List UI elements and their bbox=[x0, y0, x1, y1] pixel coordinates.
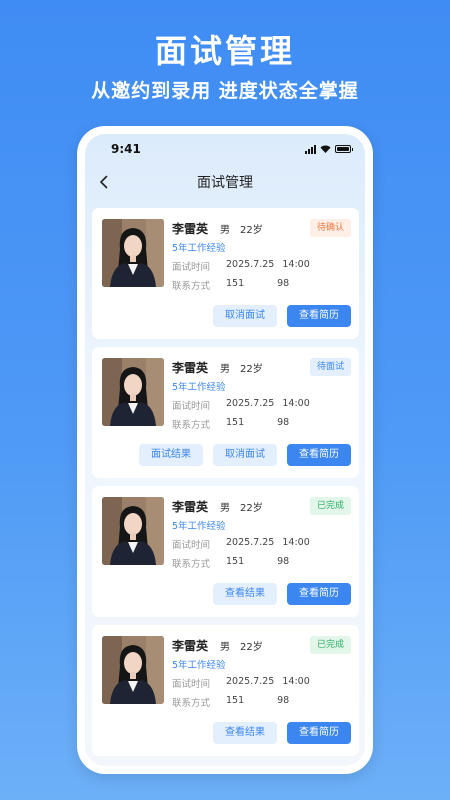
contact-row: 联系方式 151 98 bbox=[172, 417, 351, 431]
card-actions: 查看结果 查看简历 bbox=[213, 722, 351, 744]
status-badge: 待确认 bbox=[309, 219, 351, 237]
cancel-interview-button[interactable]: 取消面试 bbox=[213, 444, 277, 466]
view-resume-button[interactable]: 查看简历 bbox=[287, 305, 351, 327]
view-resume-button[interactable]: 查看简历 bbox=[287, 722, 351, 744]
nav-bar: 面试管理 bbox=[85, 164, 365, 200]
view-result-button[interactable]: 查看结果 bbox=[213, 583, 277, 605]
interview-time: 14:00 bbox=[282, 676, 310, 687]
app-screen: 9:41 面试管理 李雷英 男 22岁 5年工作经验 面试时间 2025.7.2… bbox=[85, 134, 365, 766]
candidate-name: 李雷英 bbox=[172, 500, 209, 514]
back-arrow-icon[interactable] bbox=[95, 173, 113, 191]
candidate-gender: 男 bbox=[220, 642, 231, 653]
status-badge: 已完成 bbox=[309, 636, 351, 654]
battery-icon bbox=[335, 145, 353, 153]
interview-time: 14:00 bbox=[282, 259, 310, 270]
phone-suffix: 98 bbox=[277, 695, 290, 706]
candidate-photo bbox=[102, 497, 164, 565]
phone-prefix: 151 bbox=[226, 417, 245, 428]
status-badge: 已完成 bbox=[309, 497, 351, 515]
contact-row: 联系方式 151 98 bbox=[172, 278, 351, 292]
contact-label: 联系方式 bbox=[172, 559, 211, 570]
interview-time: 14:00 bbox=[282, 398, 310, 409]
candidate-name: 李雷英 bbox=[172, 222, 209, 236]
status-icons bbox=[305, 144, 353, 154]
phone-prefix: 151 bbox=[226, 695, 245, 706]
candidate-age: 22岁 bbox=[240, 364, 263, 375]
candidate-experience: 5年工作经验 bbox=[172, 660, 226, 671]
card-actions: 面试结果 取消面试 查看简历 bbox=[139, 444, 351, 466]
candidate-photo bbox=[102, 358, 164, 426]
candidate-name: 李雷英 bbox=[172, 639, 209, 653]
phone-prefix: 151 bbox=[226, 278, 245, 289]
candidate-gender: 男 bbox=[220, 503, 231, 514]
phone-prefix: 151 bbox=[226, 556, 245, 567]
phone-frame: 9:41 面试管理 李雷英 男 22岁 5年工作经验 面试时间 2025.7.2… bbox=[77, 126, 373, 774]
wifi-icon bbox=[320, 145, 331, 153]
interview-date: 2025.7.25 bbox=[226, 398, 275, 409]
interview-date: 2025.7.25 bbox=[226, 259, 275, 270]
interview-time-label: 面试时间 bbox=[172, 540, 211, 551]
promo-title: 面试管理 bbox=[154, 32, 295, 70]
interview-time-label: 面试时间 bbox=[172, 401, 211, 412]
contact-label: 联系方式 bbox=[172, 420, 211, 431]
phone-suffix: 98 bbox=[277, 278, 290, 289]
interview-list: 李雷英 男 22岁 5年工作经验 面试时间 2025.7.25 14:00 联系… bbox=[85, 200, 365, 756]
phone-suffix: 98 bbox=[277, 417, 290, 428]
contact-label: 联系方式 bbox=[172, 698, 211, 709]
interview-card[interactable]: 李雷英 男 22岁 5年工作经验 面试时间 2025.7.25 14:00 联系… bbox=[92, 208, 359, 339]
interview-time-row: 面试时间 2025.7.25 14:00 bbox=[172, 537, 351, 551]
interview-time-label: 面试时间 bbox=[172, 679, 211, 690]
candidate-gender: 男 bbox=[220, 225, 231, 236]
view-resume-button[interactable]: 查看简历 bbox=[287, 583, 351, 605]
contact-row: 联系方式 151 98 bbox=[172, 556, 351, 570]
interview-date: 2025.7.25 bbox=[226, 676, 275, 687]
candidate-experience: 5年工作经验 bbox=[172, 243, 226, 254]
contact-row: 联系方式 151 98 bbox=[172, 695, 351, 709]
promo-subtitle: 从邀约到录用 进度状态全掌握 bbox=[91, 80, 359, 102]
signal-icon bbox=[305, 144, 316, 154]
interview-card[interactable]: 李雷英 男 22岁 5年工作经验 面试时间 2025.7.25 14:00 联系… bbox=[92, 625, 359, 756]
card-actions: 查看结果 查看简历 bbox=[213, 583, 351, 605]
phone-suffix: 98 bbox=[277, 556, 290, 567]
candidate-gender: 男 bbox=[220, 364, 231, 375]
candidate-age: 22岁 bbox=[240, 225, 263, 236]
contact-label: 联系方式 bbox=[172, 281, 211, 292]
interview-time-label: 面试时间 bbox=[172, 262, 211, 273]
interview-card[interactable]: 李雷英 男 22岁 5年工作经验 面试时间 2025.7.25 14:00 联系… bbox=[92, 347, 359, 478]
page-title: 面试管理 bbox=[197, 175, 253, 191]
candidate-experience: 5年工作经验 bbox=[172, 382, 226, 393]
status-badge: 待面试 bbox=[309, 358, 351, 376]
status-time: 9:41 bbox=[111, 142, 141, 156]
candidate-photo bbox=[102, 219, 164, 287]
interview-result-button[interactable]: 面试结果 bbox=[139, 444, 203, 466]
view-result-button[interactable]: 查看结果 bbox=[213, 722, 277, 744]
interview-card[interactable]: 李雷英 男 22岁 5年工作经验 面试时间 2025.7.25 14:00 联系… bbox=[92, 486, 359, 617]
candidate-name: 李雷英 bbox=[172, 361, 209, 375]
interview-time: 14:00 bbox=[282, 537, 310, 548]
interview-date: 2025.7.25 bbox=[226, 537, 275, 548]
candidate-photo bbox=[102, 636, 164, 704]
candidate-age: 22岁 bbox=[240, 503, 263, 514]
candidate-age: 22岁 bbox=[240, 642, 263, 653]
card-actions: 取消面试 查看简历 bbox=[213, 305, 351, 327]
interview-time-row: 面试时间 2025.7.25 14:00 bbox=[172, 398, 351, 412]
view-resume-button[interactable]: 查看简历 bbox=[287, 444, 351, 466]
interview-time-row: 面试时间 2025.7.25 14:00 bbox=[172, 259, 351, 273]
cancel-interview-button[interactable]: 取消面试 bbox=[213, 305, 277, 327]
status-bar: 9:41 bbox=[85, 134, 365, 164]
candidate-experience: 5年工作经验 bbox=[172, 521, 226, 532]
interview-time-row: 面试时间 2025.7.25 14:00 bbox=[172, 676, 351, 690]
